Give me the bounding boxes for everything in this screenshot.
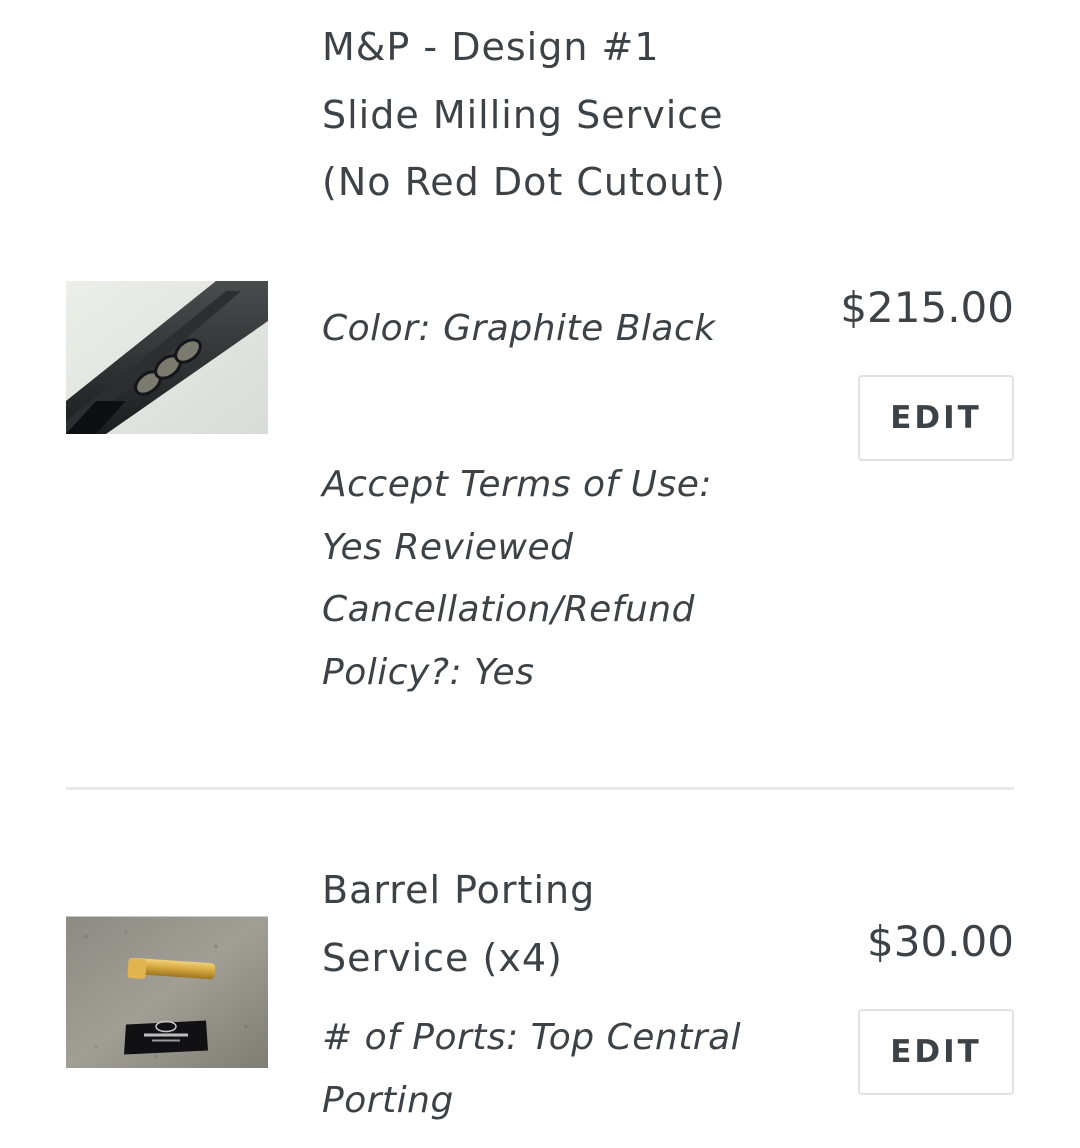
item-price: $30.00 bbox=[867, 917, 1014, 966]
product-image-barrel[interactable] bbox=[66, 916, 268, 1068]
cart-item: Barrel Porting Service (x4) # of Ports: … bbox=[66, 790, 1014, 1148]
gold-barrel-image bbox=[66, 916, 268, 1068]
pistol-slide-image bbox=[66, 281, 268, 434]
product-title[interactable]: Barrel Porting Service (x4) bbox=[322, 857, 742, 992]
product-image-slide[interactable] bbox=[66, 281, 268, 434]
cart-item: M&P - Design #1 Slide Milling Service (N… bbox=[66, 0, 1014, 787]
product-property: Accept Terms of Use: Yes Reviewed Cancel… bbox=[322, 464, 713, 693]
edit-button[interactable]: EDIT bbox=[858, 1009, 1014, 1095]
product-title[interactable]: M&P - Design #1 Slide Milling Service (N… bbox=[322, 14, 742, 217]
edit-button[interactable]: EDIT bbox=[858, 375, 1014, 461]
item-price: $215.00 bbox=[840, 283, 1014, 332]
product-property: # of Ports: Top Central Porting bbox=[322, 1017, 742, 1121]
product-property: Color: Graphite Black bbox=[322, 308, 716, 349]
